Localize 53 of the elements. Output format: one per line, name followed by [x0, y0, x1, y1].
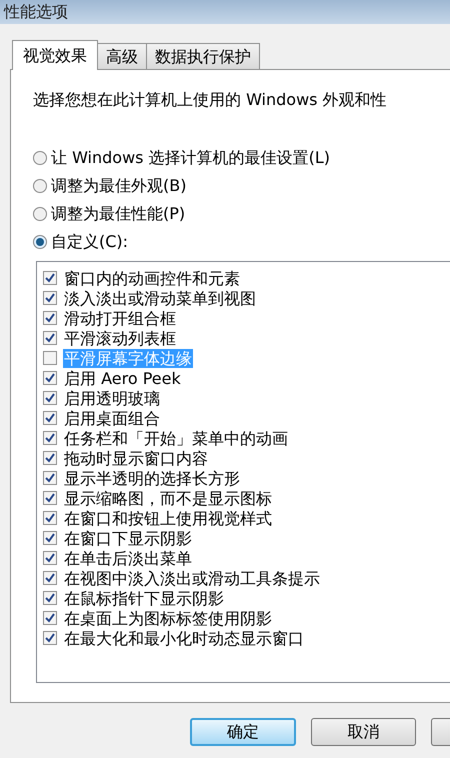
effect-label[interactable]: 在桌面上为图标标签使用阴影 — [63, 608, 273, 628]
dialog-button[interactable]: 取消 — [310, 718, 416, 746]
checkbox[interactable] — [43, 271, 57, 285]
effect-label[interactable]: 任务栏和「开始」菜单中的动画 — [63, 428, 289, 448]
effect-label[interactable]: 在最大化和最小化时动态显示窗口 — [63, 628, 305, 648]
checkbox[interactable] — [43, 531, 57, 545]
checkbox[interactable] — [43, 631, 57, 645]
effect-label[interactable]: 显示缩略图，而不是显示图标 — [63, 488, 273, 508]
tab[interactable]: 高级 — [97, 43, 147, 69]
effect-label[interactable]: 窗口内的动画控件和元素 — [63, 268, 241, 288]
radio-button[interactable] — [33, 235, 47, 249]
description-text: 选择您想在此计算机上使用的 Windows 外观和性 — [33, 89, 388, 110]
checkbox[interactable] — [43, 311, 57, 325]
radio-button[interactable] — [33, 151, 47, 165]
dialog-button[interactable] — [431, 718, 450, 746]
checkbox[interactable] — [43, 611, 57, 625]
effect-label[interactable]: 平滑滚动列表框 — [63, 328, 177, 348]
checkbox[interactable] — [43, 451, 57, 465]
effect-label[interactable]: 启用 Aero Peek — [63, 368, 182, 388]
checkbox[interactable] — [43, 391, 57, 405]
radio-button[interactable] — [33, 179, 47, 193]
window-title: 性能选项 — [4, 2, 68, 22]
radio-label: 自定义(C): — [51, 231, 128, 253]
checkbox[interactable] — [43, 331, 57, 345]
checkbox[interactable] — [43, 571, 57, 585]
checkbox[interactable] — [43, 371, 57, 385]
effect-label[interactable]: 启用透明玻璃 — [63, 388, 161, 408]
effect-label[interactable]: 在窗口和按钮上使用视觉样式 — [63, 508, 273, 528]
effect-label[interactable]: 在视图中淡入淡出或滑动工具条提示 — [63, 568, 321, 588]
radio-button[interactable] — [33, 207, 47, 221]
checkbox[interactable] — [43, 491, 57, 505]
radio-label: 调整为最佳性能(P) — [51, 203, 186, 225]
effect-label[interactable]: 在鼠标指针下显示阴影 — [63, 588, 225, 608]
radio-label: 让 Windows 选择计算机的最佳设置(L) — [51, 147, 330, 169]
checkbox[interactable] — [43, 291, 57, 305]
dialog-button[interactable]: 确定 — [190, 718, 296, 746]
effect-label[interactable]: 淡入淡出或滑动菜单到视图 — [63, 288, 257, 308]
effect-label[interactable]: 滑动打开组合框 — [63, 308, 177, 328]
checkbox[interactable] — [43, 471, 57, 485]
checkbox[interactable] — [43, 551, 57, 565]
effect-label[interactable]: 显示半透明的选择长方形 — [63, 468, 241, 488]
effect-label[interactable]: 拖动时显示窗口内容 — [63, 448, 209, 468]
effect-label[interactable]: 启用桌面组合 — [63, 408, 161, 428]
checkbox[interactable] — [43, 431, 57, 445]
checkbox[interactable] — [43, 511, 57, 525]
checkbox[interactable] — [43, 591, 57, 605]
radio-label: 调整为最佳外观(B) — [51, 175, 186, 197]
tab[interactable]: 数据执行保护 — [146, 43, 260, 69]
effect-label[interactable]: 在单击后淡出菜单 — [63, 548, 193, 568]
checkbox[interactable] — [43, 411, 57, 425]
effect-label[interactable]: 在窗口下显示阴影 — [63, 528, 193, 548]
checkbox[interactable] — [43, 351, 57, 365]
tab[interactable]: 视觉效果 — [12, 40, 98, 70]
